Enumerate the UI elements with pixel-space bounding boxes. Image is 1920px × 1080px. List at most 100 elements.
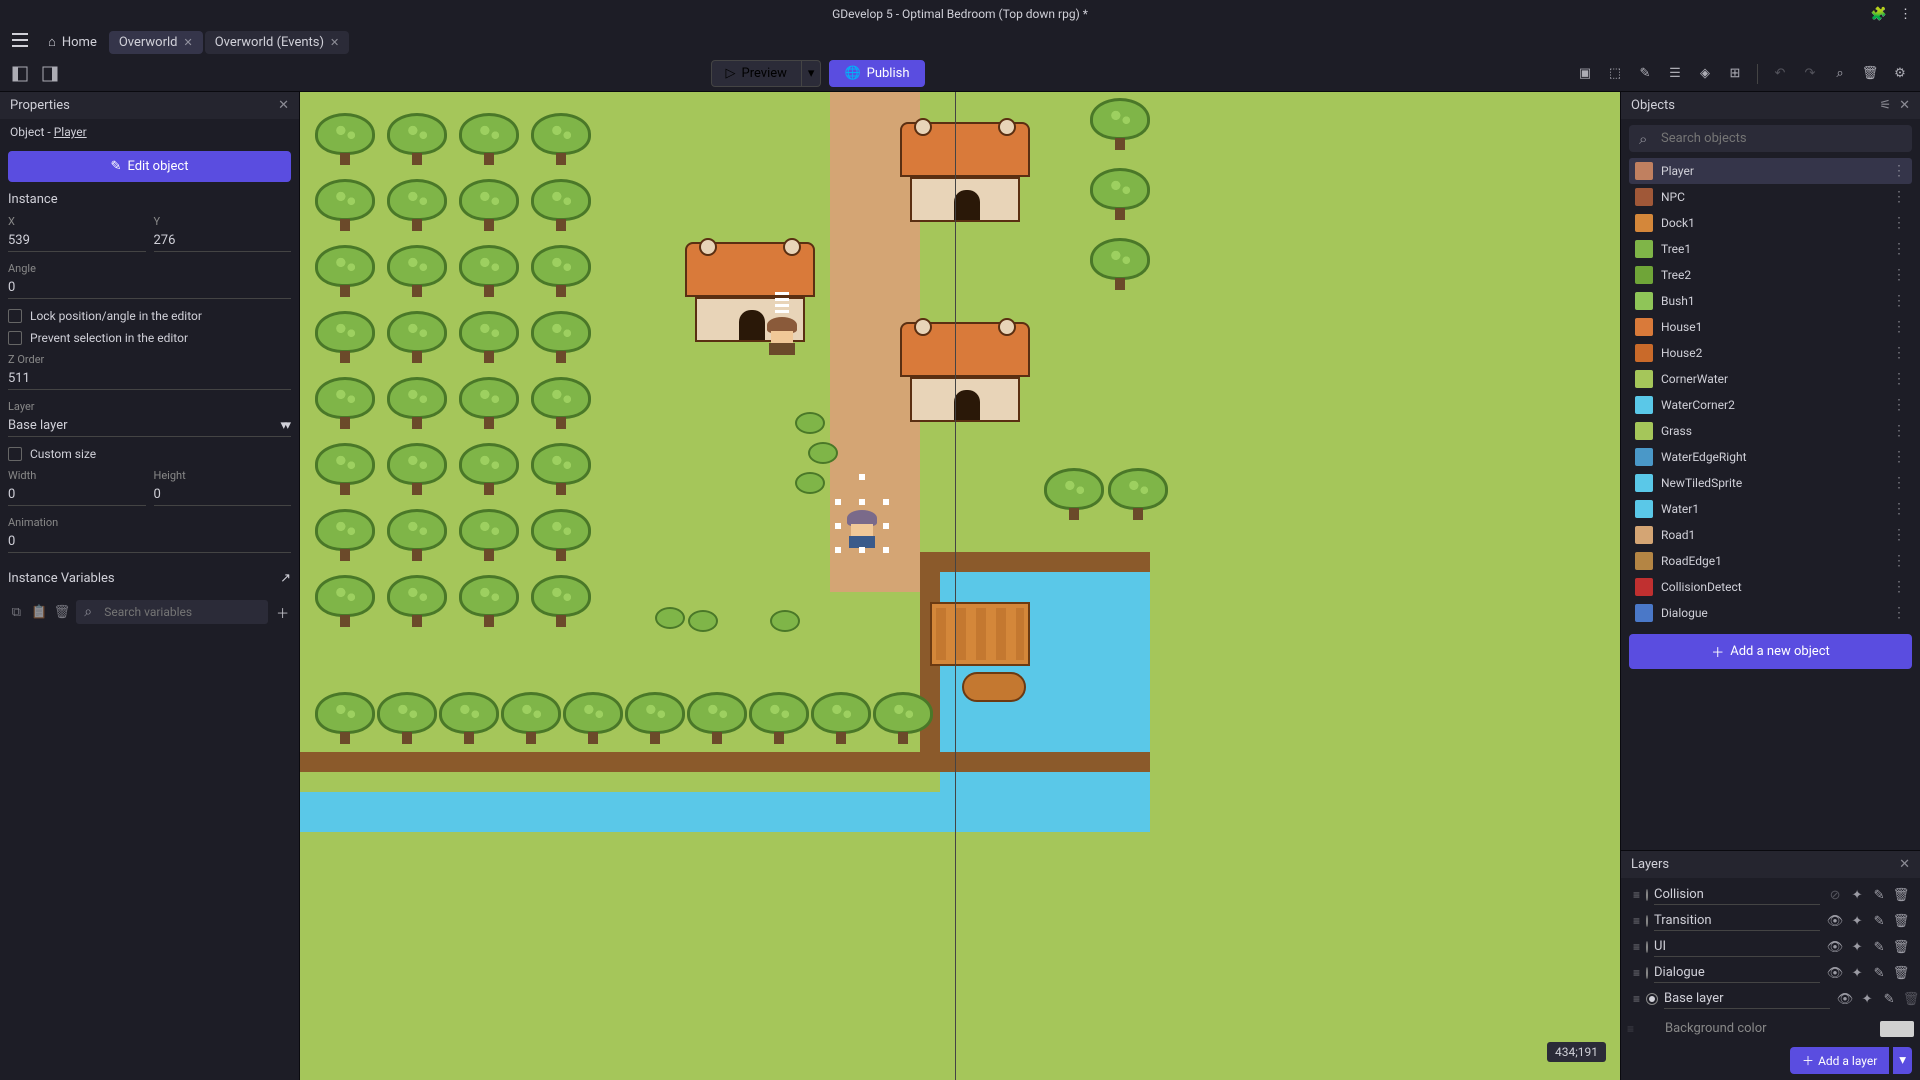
trash-icon[interactable]: 🗑 (1858, 62, 1882, 86)
trash-icon[interactable]: 🗑 (1902, 990, 1920, 1008)
tab-overworld[interactable]: Overworld ✕ (109, 31, 203, 54)
edit-icon[interactable]: ✎ (1870, 886, 1888, 904)
edit-icon[interactable]: ✎ (1633, 62, 1657, 86)
cube-icon[interactable]: ▣ (1573, 62, 1597, 86)
animation-input[interactable] (8, 531, 291, 553)
extension-icon[interactable]: 🧩 (1871, 7, 1887, 22)
width-input[interactable] (8, 484, 146, 506)
object-item-house2[interactable]: House2 ⋮ (1629, 340, 1912, 366)
menu-icon[interactable] (4, 29, 36, 55)
grid-icon[interactable]: ⊞ (1723, 62, 1747, 86)
object-item-wateredgeright[interactable]: WaterEdgeRight ⋮ (1629, 444, 1912, 470)
more-icon[interactable]: ⋮ (1892, 345, 1906, 361)
zoom-icon[interactable]: ⌕ (1828, 62, 1852, 86)
add-layer-dropdown[interactable]: ▾ (1893, 1047, 1912, 1074)
add-icon[interactable]: ＋ (274, 601, 291, 623)
drag-handle-icon[interactable]: ≡ (1633, 966, 1640, 980)
x-input[interactable] (8, 230, 146, 252)
object-item-npc[interactable]: NPC ⋮ (1629, 184, 1912, 210)
list-icon[interactable]: ☰ (1663, 62, 1687, 86)
effects-icon[interactable]: ✦ (1848, 912, 1866, 930)
layer-select[interactable]: Base layer▾ (8, 415, 291, 437)
more-icon[interactable]: ⋮ (1892, 189, 1906, 205)
object-item-bush1[interactable]: Bush1 ⋮ (1629, 288, 1912, 314)
object-item-roadedge1[interactable]: RoadEdge1 ⋮ (1629, 548, 1912, 574)
undo-icon[interactable]: ↶ (1768, 62, 1792, 86)
close-icon[interactable]: ✕ (278, 98, 289, 113)
more-icon[interactable]: ⋮ (1892, 241, 1906, 257)
edit-icon[interactable]: ✎ (1870, 938, 1888, 956)
filter-icon[interactable]: ⚟ (1879, 98, 1891, 113)
bg-color-swatch[interactable] (1880, 1021, 1914, 1037)
object-item-cornerwater[interactable]: CornerWater ⋮ (1629, 366, 1912, 392)
more-icon[interactable]: ⋮ (1892, 579, 1906, 595)
effects-icon[interactable]: ✦ (1848, 886, 1866, 904)
tab-overworld-events[interactable]: Overworld (Events) ✕ (205, 31, 350, 54)
preview-dropdown[interactable]: ▾ (802, 60, 822, 87)
more-icon[interactable]: ⋮ (1892, 267, 1906, 283)
height-input[interactable] (154, 484, 292, 506)
object-item-watercorner2[interactable]: WaterCorner2 ⋮ (1629, 392, 1912, 418)
more-icon[interactable]: ⋮ (1892, 475, 1906, 491)
effects-icon[interactable]: ✦ (1848, 938, 1866, 956)
close-icon[interactable]: ✕ (1899, 98, 1910, 113)
visibility-icon[interactable]: 👁 (1836, 990, 1854, 1008)
layer-radio[interactable] (1646, 941, 1648, 953)
panel-toggle-right-icon[interactable] (38, 62, 62, 86)
visibility-icon[interactable]: 👁 (1826, 964, 1844, 982)
more-icon[interactable]: ⋮ (1892, 605, 1906, 621)
visibility-icon[interactable]: 👁 (1826, 938, 1844, 956)
lock-checkbox[interactable] (8, 309, 22, 323)
add-new-object-button[interactable]: ＋ Add a new object (1629, 634, 1912, 669)
instances-icon[interactable]: ⬚ (1603, 62, 1627, 86)
more-icon[interactable]: ⋮ (1892, 449, 1906, 465)
layer-radio[interactable] (1646, 993, 1658, 1005)
layer-radio[interactable] (1646, 915, 1648, 927)
window-menu-icon[interactable]: ⋮ (1899, 7, 1912, 22)
y-input[interactable] (154, 230, 292, 252)
effects-icon[interactable]: ✦ (1858, 990, 1876, 1008)
object-item-newtiledsprite[interactable]: NewTiledSprite ⋮ (1629, 470, 1912, 496)
more-icon[interactable]: ⋮ (1892, 319, 1906, 335)
redo-icon[interactable]: ↷ (1798, 62, 1822, 86)
trash-icon[interactable]: 🗑 (1892, 964, 1910, 982)
zorder-input[interactable] (8, 368, 291, 390)
object-item-water1[interactable]: Water1 ⋮ (1629, 496, 1912, 522)
search-objects-input[interactable] (1629, 125, 1912, 152)
close-icon[interactable]: ✕ (1899, 857, 1910, 872)
layer-radio[interactable] (1646, 967, 1648, 979)
edit-icon[interactable]: ✎ (1870, 964, 1888, 982)
drag-handle-icon[interactable]: ≡ (1633, 940, 1640, 954)
trash-icon[interactable]: 🗑 (1892, 938, 1910, 956)
angle-input[interactable] (8, 277, 291, 299)
object-item-dock1[interactable]: Dock1 ⋮ (1629, 210, 1912, 236)
trash-icon[interactable]: 🗑 (1892, 886, 1910, 904)
trash-icon[interactable]: 🗑 (1892, 912, 1910, 930)
add-layer-button[interactable]: ＋ Add a layer (1790, 1047, 1889, 1074)
edit-object-button[interactable]: ✎ Edit object (8, 151, 291, 182)
edit-icon[interactable]: ✎ (1880, 990, 1898, 1008)
edit-icon[interactable]: ✎ (1870, 912, 1888, 930)
close-icon[interactable]: ✕ (330, 36, 339, 49)
more-icon[interactable]: ⋮ (1892, 293, 1906, 309)
drag-handle-icon[interactable]: ≡ (1633, 992, 1640, 1006)
object-link[interactable]: Player (54, 125, 87, 139)
drag-handle-icon[interactable]: ≡ (1633, 888, 1640, 902)
layer-name-input[interactable] (1654, 911, 1820, 931)
custom-size-checkbox[interactable] (8, 447, 22, 461)
more-icon[interactable]: ⋮ (1892, 553, 1906, 569)
layer-name-input[interactable] (1654, 937, 1820, 957)
copy-icon[interactable]: ⧉ (8, 601, 25, 623)
layer-name-input[interactable] (1664, 989, 1830, 1009)
object-item-dialogue[interactable]: Dialogue ⋮ (1629, 600, 1912, 626)
more-icon[interactable]: ⋮ (1892, 527, 1906, 543)
panel-toggle-left-icon[interactable] (8, 62, 32, 86)
layer-name-input[interactable] (1654, 963, 1820, 983)
paste-icon[interactable]: 📋 (31, 601, 48, 623)
object-item-house1[interactable]: House1 ⋮ (1629, 314, 1912, 340)
object-item-road1[interactable]: Road1 ⋮ (1629, 522, 1912, 548)
preview-button[interactable]: ▷Preview (711, 60, 802, 87)
layer-radio[interactable] (1646, 889, 1648, 901)
visibility-icon[interactable]: ⊘ (1826, 886, 1844, 904)
object-item-player[interactable]: Player ⋮ (1629, 158, 1912, 184)
